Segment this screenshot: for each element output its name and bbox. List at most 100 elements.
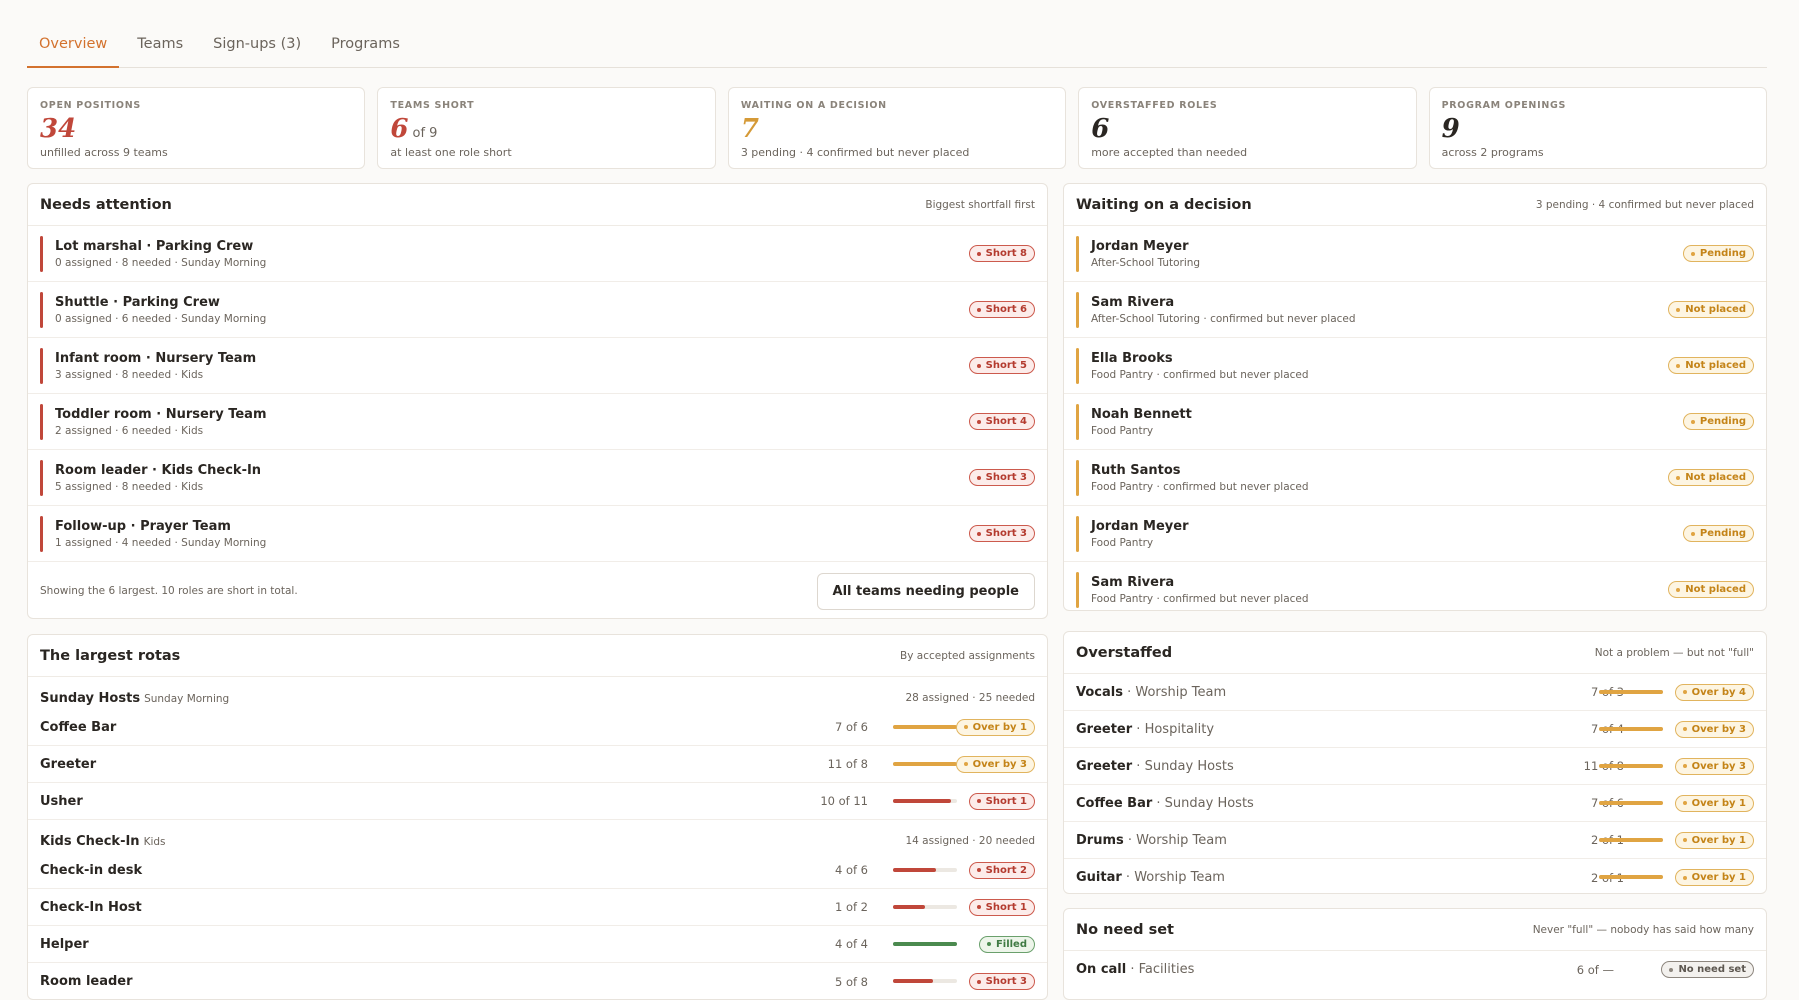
status-dot-icon <box>963 762 968 766</box>
tab-overview[interactable]: Overview <box>27 24 120 68</box>
rota-role-name: Room leader <box>40 974 133 989</box>
panel-header: Overstaffed Not a problem — but not "ful… <box>1064 632 1766 674</box>
stat-sub: across 2 programs <box>1441 146 1544 159</box>
overstaffed-row[interactable]: Greeter · Hospitality7 of 4Over by 3 <box>1064 711 1766 748</box>
attention-row[interactable]: Follow-up · Prayer Team 1 assigned · 4 ne… <box>28 506 1047 562</box>
overstaffed-role: Greeter · Hospitality <box>1076 722 1214 737</box>
overstaffed-row[interactable]: Guitar · Worship Team2 of 1Over by 1 <box>1064 859 1766 893</box>
all-teams-needing-people-button[interactable]: All teams needing people <box>816 572 1035 610</box>
overstaffed-list: Vocals · Worship Team7 of 3Over by 4Gree… <box>1064 674 1766 893</box>
waiting-row[interactable]: Sam Rivera Food Pantry · confirmed but ne… <box>1064 562 1766 610</box>
panel-meta: Biggest shortfall first <box>925 198 1035 211</box>
stat-label: OVERSTAFFED ROLES <box>1091 100 1218 111</box>
separator: · <box>1126 962 1139 977</box>
attention-row[interactable]: Room leader · Kids Check-In 5 assigned · … <box>28 450 1047 506</box>
attention-footer: Showing the 6 largest. 10 roles are shor… <box>28 562 1047 618</box>
overstaffed-row[interactable]: Drums · Worship Team2 of 1Over by 1 <box>1064 822 1766 859</box>
team-name: Worship Team <box>1136 832 1227 848</box>
rota-role-name: Coffee Bar <box>40 719 117 735</box>
status-bar <box>1076 515 1079 552</box>
progress-track <box>893 868 957 872</box>
progress-fill <box>1599 690 1663 694</box>
severity-bar <box>40 291 43 328</box>
severity-bar <box>40 515 43 552</box>
rota-role-name: Check-In Host <box>40 899 142 915</box>
progress-fill <box>893 942 957 946</box>
shortfall-badge: Short 6 <box>968 301 1035 318</box>
separator: · <box>1121 870 1135 885</box>
attention-row-text: Toddler room · Nursery Team 2 assigned · … <box>55 404 267 440</box>
person-name: Jordan Meyer <box>1091 238 1189 254</box>
rota-group-header: Kids Check-In Kids 14 assigned · 20 needed <box>28 830 1047 852</box>
rota-group-header: Sunday Hosts Sunday Morning 28 assigned · … <box>28 687 1047 709</box>
progress-track <box>893 762 957 766</box>
overstaffed-row[interactable]: Coffee Bar · Sunday Hosts7 of 6Over by 1 <box>1064 785 1766 822</box>
stat-value: 9 <box>1441 114 1460 144</box>
status-bar <box>1076 291 1079 328</box>
tab-sign-ups[interactable]: Sign-ups (3) <box>201 24 313 68</box>
role-subtitle: 0 assigned · 6 needed · Sunday Morning <box>55 312 267 325</box>
status-dot-icon <box>976 799 981 803</box>
panel-header: Needs attention Biggest shortfall first <box>28 184 1047 226</box>
rota-row[interactable]: Usher 10 of 11 Short 1 <box>28 783 1047 820</box>
status-pill-label: Over by 3 <box>1691 723 1746 735</box>
person-subtitle: Food Pantry <box>1091 536 1154 549</box>
status-pill-label: Over by 1 <box>1691 797 1746 809</box>
waiting-row-main: Jordan Meyer After-School Tutoring <box>1076 235 1200 272</box>
overstaffed-row[interactable]: Greeter · Sunday Hosts11 of 8Over by 3 <box>1064 748 1766 785</box>
status-pill-label: Pending <box>1699 528 1746 539</box>
status-pill-label: Short 2 <box>985 864 1027 876</box>
stat-open-positions: OPEN POSITIONS 34 unfilled across 9 team… <box>27 87 366 169</box>
status-pill-label: Not placed <box>1685 304 1746 315</box>
waiting-row[interactable]: Jordan Meyer After-School Tutoring Pending <box>1064 226 1766 282</box>
attention-row[interactable]: Shuttle · Parking Crew 0 assigned · 6 nee… <box>28 282 1047 338</box>
status-pill-label: Filled <box>995 938 1027 950</box>
rota-row[interactable]: Room leader 5 of 8 Short 3 <box>28 963 1047 999</box>
rota-role-name: Check-in desk <box>40 862 143 878</box>
largest-rotas-panel: The largest rotas By accepted assignment… <box>27 634 1048 1000</box>
waiting-row[interactable]: Ella Brooks Food Pantry · confirmed but n… <box>1064 338 1766 394</box>
rota-row[interactable]: Helper 4 of 4 Filled <box>28 926 1047 963</box>
attention-row[interactable]: Toddler room · Nursery Team 2 assigned · … <box>28 394 1047 450</box>
team-name: Facilities <box>1138 962 1195 977</box>
overstaffed-row[interactable]: Vocals · Worship Team7 of 3Over by 4 <box>1064 674 1766 711</box>
status-dot-icon <box>976 251 981 256</box>
rota-row[interactable]: Check-In Host 1 of 2 Short 1 <box>28 889 1047 926</box>
waiting-row-main: Ella Brooks Food Pantry · confirmed but n… <box>1076 347 1309 384</box>
waiting-row[interactable]: Noah Bennett Food Pantry Pending <box>1064 394 1766 450</box>
rota-row[interactable]: Greeter 11 of 8 Over by 3 <box>28 746 1047 783</box>
progress-track <box>1599 727 1663 731</box>
tab-teams[interactable]: Teams <box>125 24 195 68</box>
tab-programs[interactable]: Programs <box>319 24 412 68</box>
attention-row-main: Lot marshal · Parking Crew 0 assigned · 8… <box>40 235 266 272</box>
rota-count: 10 of 11 <box>820 794 868 808</box>
rota-row[interactable]: Check-in desk 4 of 6 Short 2 <box>28 852 1047 889</box>
status-pill-label: Over by 3 <box>1691 760 1746 772</box>
progress-fill <box>893 868 936 872</box>
attention-row[interactable]: Lot marshal · Parking Crew 0 assigned · 8… <box>28 226 1047 282</box>
waiting-row-text: Jordan Meyer After-School Tutoring <box>1091 236 1200 272</box>
stat-label: PROGRAM OPENINGS <box>1441 100 1567 111</box>
attention-row-main: Toddler room · Nursery Team 2 assigned · … <box>40 403 267 440</box>
separator: · <box>1132 721 1145 737</box>
person-subtitle: Food Pantry · confirmed but never placed <box>1091 368 1309 381</box>
waiting-decision-panel: Waiting on a decision 3 pending · 4 conf… <box>1063 183 1767 611</box>
waiting-row[interactable]: Sam Rivera After-School Tutoring · confir… <box>1064 282 1766 338</box>
decision-badge: Pending <box>1682 245 1754 262</box>
no-need-row[interactable]: On call · Facilities 6 of — No need set <box>1064 951 1766 988</box>
role-name: Coffee Bar <box>1076 795 1153 811</box>
overstaffed-role: Drums · Worship Team <box>1076 833 1227 848</box>
person-name: Noah Bennett <box>1091 406 1192 422</box>
waiting-row[interactable]: Ruth Santos Food Pantry · confirmed but n… <box>1064 450 1766 506</box>
rota-row[interactable]: Coffee Bar 7 of 6 Over by 1 <box>28 709 1047 746</box>
waiting-row[interactable]: Jordan Meyer Food Pantry Pending <box>1064 506 1766 562</box>
no-need-list: On call · Facilities 6 of — No need set <box>1064 951 1766 988</box>
stat-sub: at least one role short <box>390 146 512 159</box>
panel-meta: Never "full" — nobody has said how many <box>1532 923 1754 936</box>
role-title: Infant room · Nursery Team <box>55 350 257 366</box>
progress-track <box>893 725 957 729</box>
progress-track <box>1599 875 1663 879</box>
progress-fill <box>893 905 925 909</box>
status-pill-label: Short 1 <box>985 795 1027 807</box>
attention-row[interactable]: Infant room · Nursery Team 3 assigned · 8… <box>28 338 1047 394</box>
